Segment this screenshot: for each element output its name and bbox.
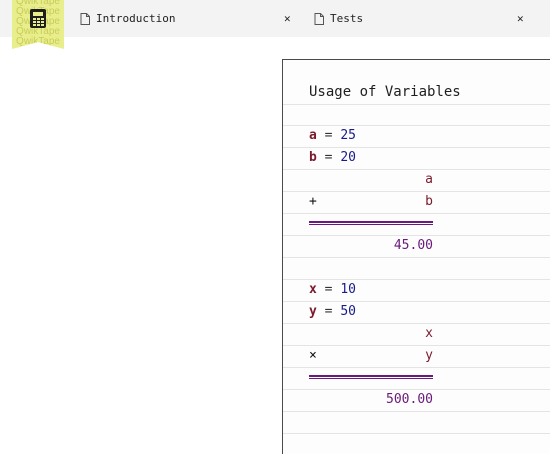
close-tab-introduction-icon[interactable]: ✕ xyxy=(284,0,291,37)
tab-label: Introduction xyxy=(96,12,176,25)
tape-line-ref[interactable]: x xyxy=(283,323,550,345)
tape-line-variable-a[interactable]: a = 25 xyxy=(283,125,550,147)
document-icon xyxy=(80,12,90,25)
calculator-icon xyxy=(30,9,46,28)
qwiktape-logo[interactable]: QwikTapeQwikTapeQwikTape QwikTapeQwikTap… xyxy=(12,0,64,49)
tape-line-ref[interactable]: a xyxy=(283,169,550,191)
tape-line-variable-x[interactable]: x = 10 xyxy=(283,279,550,301)
tape-line-operation[interactable]: × y xyxy=(283,345,550,367)
close-tab-tests-icon[interactable]: ✕ xyxy=(517,0,524,37)
tape-title: Usage of Variables xyxy=(309,84,461,100)
total-double-rule xyxy=(309,375,433,379)
tab-label: Tests xyxy=(330,12,364,25)
tape-line-variable-b[interactable]: b = 20 xyxy=(283,147,550,169)
total-double-rule xyxy=(309,221,433,225)
tape-line-result[interactable]: 500.00 xyxy=(283,389,550,411)
tab-bar: QwikTapeQwikTapeQwikTape QwikTapeQwikTap… xyxy=(0,0,550,49)
document-icon xyxy=(314,12,324,25)
tape-line-operation[interactable]: + b xyxy=(283,191,550,213)
tape-panel[interactable]: Usage of Variables a = 25 b = 20 a + b 4… xyxy=(282,59,550,454)
tab-introduction[interactable]: Introduction xyxy=(80,0,175,37)
tape-line-variable-y[interactable]: y = 50 xyxy=(283,301,550,323)
tape-line-result[interactable]: 45.00 xyxy=(283,235,550,257)
tab-tests[interactable]: Tests xyxy=(314,0,363,37)
